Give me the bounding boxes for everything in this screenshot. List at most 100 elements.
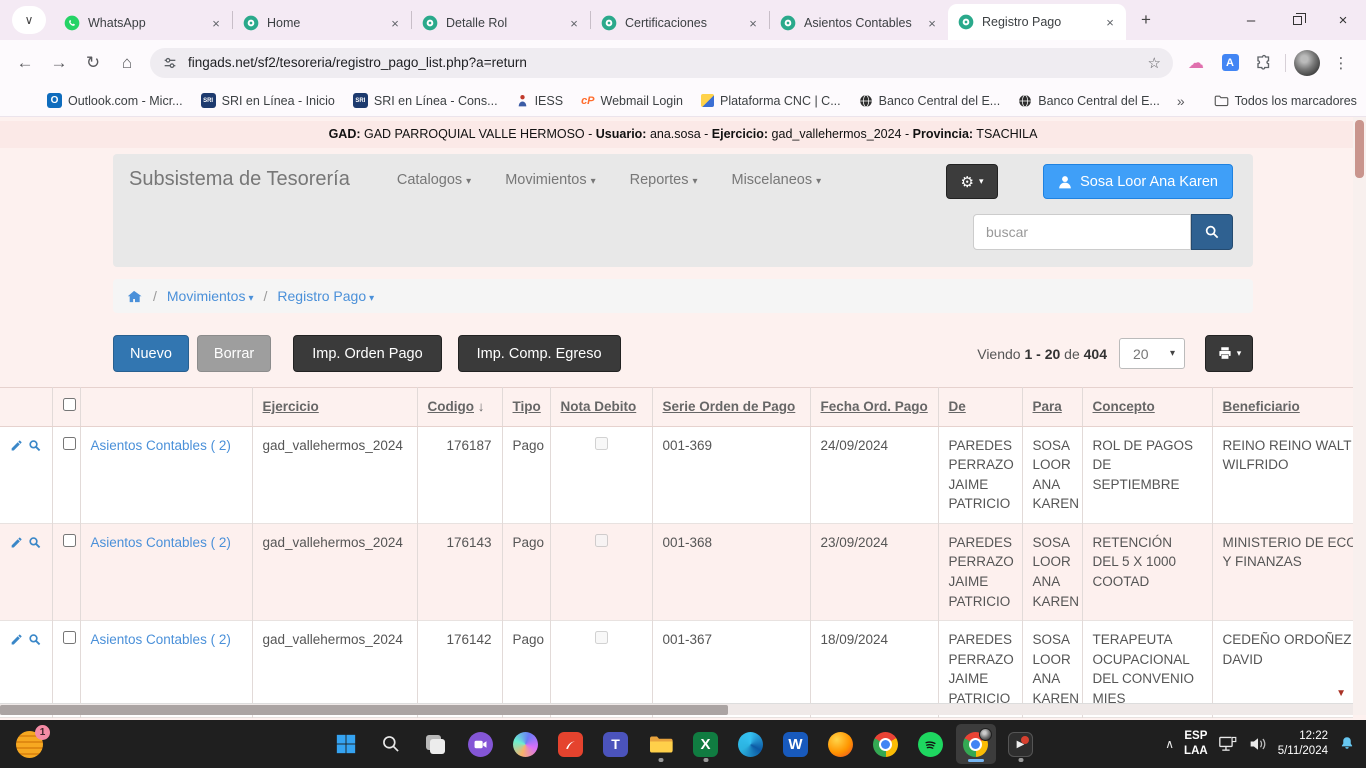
tab-close-icon[interactable]: × [387, 15, 403, 31]
print-button[interactable]: ▾ [1205, 335, 1253, 372]
translate-icon[interactable]: A [1216, 49, 1244, 77]
tab-asientos-contables[interactable]: Asientos Contables × [770, 6, 948, 40]
back-button[interactable]: ← [10, 48, 40, 78]
asientos-contables-link[interactable]: Asientos Contables ( 2) [91, 438, 231, 453]
horizontal-scrollbar-thumb[interactable] [0, 705, 728, 715]
tab-certificaciones[interactable]: Certificaciones × [591, 6, 769, 40]
bookmark-sri-consultas[interactable]: SRISRI en Línea - Cons... [353, 93, 498, 108]
window-restore-button[interactable] [1274, 0, 1320, 40]
tray-clock[interactable]: 12:22 5/11/2024 [1278, 729, 1328, 759]
forward-button[interactable]: → [44, 48, 74, 78]
camera-app-button[interactable] [461, 724, 501, 764]
bookmark-outlook[interactable]: OOutlook.com - Micr... [47, 93, 183, 108]
row-checkbox[interactable] [63, 631, 76, 644]
header-codigo[interactable]: Codigo ↓ [417, 388, 502, 427]
bookmark-banco-central-1[interactable]: Banco Central del E... [859, 94, 1001, 108]
all-bookmarks-folder[interactable]: Todos los marcadores [1214, 94, 1357, 108]
weather-extension-icon[interactable]: ☁ [1182, 49, 1210, 77]
search-button[interactable] [1191, 214, 1233, 250]
view-magnifier-icon[interactable] [28, 438, 41, 453]
start-button[interactable] [326, 724, 366, 764]
view-magnifier-icon[interactable] [28, 632, 41, 647]
tab-home[interactable]: Home × [233, 6, 411, 40]
user-button[interactable]: Sosa Loor Ana Karen [1043, 164, 1233, 199]
task-view-button[interactable] [416, 724, 456, 764]
edit-pencil-icon[interactable] [10, 535, 23, 550]
volume-icon[interactable] [1248, 735, 1268, 753]
home-button[interactable]: ⌂ [112, 48, 142, 78]
notification-app-icon[interactable]: 1 [16, 731, 43, 758]
breadcrumb-movimientos[interactable]: Movimientos▾ [167, 288, 254, 304]
bookmark-star-icon[interactable]: ☆ [1148, 54, 1161, 72]
media-app-button[interactable]: ▶ [1001, 724, 1041, 764]
bookmark-webmail[interactable]: cPWebmail Login [581, 94, 683, 108]
tab-search-button[interactable]: ∨ [12, 6, 46, 34]
header-tipo[interactable]: Tipo [502, 388, 550, 427]
copilot-button[interactable] [506, 724, 546, 764]
site-info-icon[interactable] [162, 55, 178, 71]
bookmark-banco-central-2[interactable]: Banco Central del E... [1018, 94, 1160, 108]
header-beneficiario[interactable]: Beneficiario [1212, 388, 1353, 427]
edit-pencil-icon[interactable] [10, 438, 23, 453]
nuevo-button[interactable]: Nuevo [113, 335, 189, 372]
borrar-button[interactable]: Borrar [197, 335, 271, 372]
per-page-select[interactable]: 20▾ [1119, 338, 1185, 369]
new-tab-button[interactable]: + [1132, 6, 1160, 34]
reload-button[interactable]: ↻ [78, 48, 108, 78]
horizontal-scrollbar[interactable] [0, 703, 1353, 715]
home-icon[interactable] [127, 289, 143, 304]
tab-close-icon[interactable]: × [208, 15, 224, 31]
extensions-puzzle-icon[interactable] [1250, 49, 1278, 77]
bookmark-iess[interactable]: IESS [516, 94, 564, 108]
breadcrumb-registro-pago[interactable]: Registro Pago▾ [277, 288, 374, 304]
row-checkbox[interactable] [63, 437, 76, 450]
file-explorer-button[interactable] [641, 724, 681, 764]
bookmark-sri-inicio[interactable]: SRISRI en Línea - Inicio [201, 93, 335, 108]
window-minimize-button[interactable]: – [1228, 0, 1274, 40]
tab-detalle-rol[interactable]: Detalle Rol × [412, 6, 590, 40]
menu-reportes[interactable]: Reportes▾ [630, 172, 698, 188]
browser-menu-icon[interactable]: ⋮ [1327, 49, 1355, 77]
word-button[interactable]: W [776, 724, 816, 764]
menu-movimientos[interactable]: Movimientos▾ [505, 172, 595, 188]
edge-button[interactable] [731, 724, 771, 764]
tab-registro-pago-active[interactable]: Registro Pago × [948, 4, 1126, 40]
firefox-button[interactable] [821, 724, 861, 764]
imp-orden-pago-button[interactable]: Imp. Orden Pago [293, 335, 441, 372]
chrome-active-window-button[interactable] [956, 724, 996, 764]
menu-miscelaneos[interactable]: Miscelaneos▾ [731, 172, 821, 188]
tab-close-icon[interactable]: × [1102, 14, 1118, 30]
edit-pencil-icon[interactable] [10, 632, 23, 647]
header-concepto[interactable]: Concepto [1082, 388, 1212, 427]
select-all-checkbox[interactable] [63, 398, 76, 411]
header-de[interactable]: De [938, 388, 1022, 427]
row-checkbox[interactable] [63, 534, 76, 547]
tab-close-icon[interactable]: × [745, 15, 761, 31]
search-input[interactable] [973, 214, 1191, 250]
language-indicator[interactable]: ESP LAA [1184, 729, 1208, 759]
vertical-scrollbar[interactable] [1353, 117, 1366, 715]
header-ejercicio[interactable]: Ejercicio [252, 388, 417, 427]
vertical-scrollbar-thumb[interactable] [1355, 120, 1364, 178]
imp-comp-egreso-button[interactable]: Imp. Comp. Egreso [458, 335, 621, 372]
header-fecha[interactable]: Fecha Ord. Pago [810, 388, 938, 427]
settings-gear-button[interactable]: ⚙▾ [946, 164, 998, 199]
teams-button[interactable]: T [596, 724, 636, 764]
asientos-contables-link[interactable]: Asientos Contables ( 2) [91, 632, 231, 647]
menu-catalogos[interactable]: Catalogos▾ [397, 172, 471, 188]
profile-avatar[interactable] [1294, 50, 1320, 76]
bookmark-cnc[interactable]: Plataforma CNC | C... [701, 94, 841, 108]
bookmarks-overflow-icon[interactable]: » [1177, 93, 1185, 109]
header-serie[interactable]: Serie Orden de Pago [652, 388, 810, 427]
window-close-button[interactable]: × [1320, 0, 1366, 40]
chrome-button[interactable] [866, 724, 906, 764]
header-para[interactable]: Para [1022, 388, 1082, 427]
pdf-app-button[interactable] [551, 724, 591, 764]
address-bar[interactable]: fingads.net/sf2/tesoreria/registro_pago_… [150, 48, 1173, 78]
header-nota-debito[interactable]: Nota Debito [550, 388, 652, 427]
taskbar-search-button[interactable] [371, 724, 411, 764]
excel-button[interactable]: X [686, 724, 726, 764]
tab-close-icon[interactable]: × [924, 15, 940, 31]
tab-whatsapp[interactable]: WhatsApp × [54, 6, 232, 40]
tab-close-icon[interactable]: × [566, 15, 582, 31]
